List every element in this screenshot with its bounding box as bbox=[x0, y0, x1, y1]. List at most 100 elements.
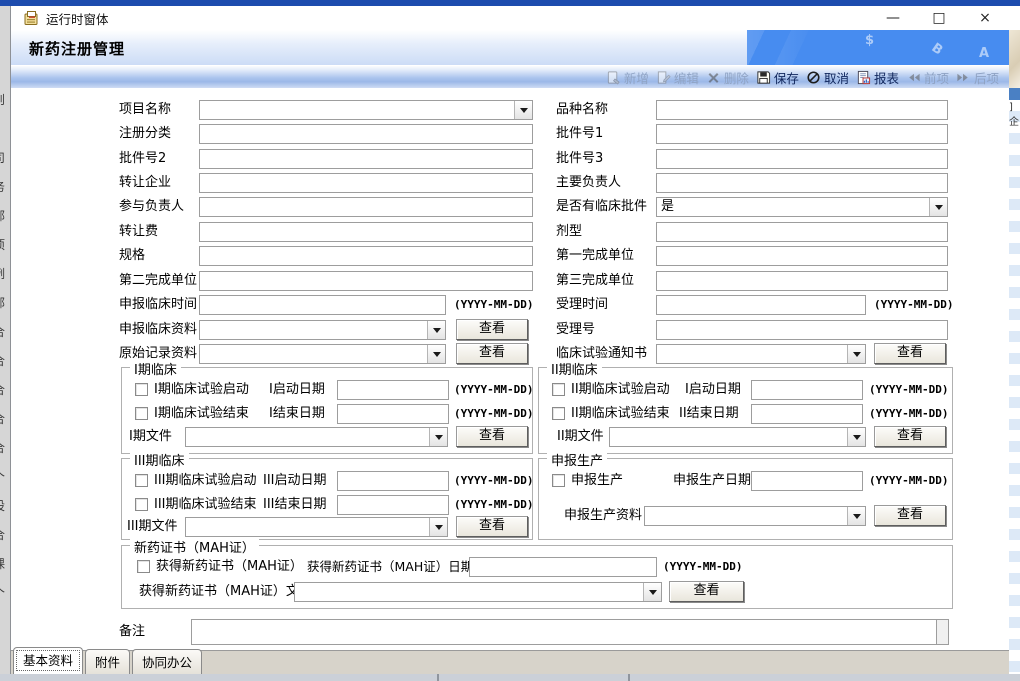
remark-input[interactable] bbox=[191, 619, 949, 645]
phase3-file-view-button[interactable]: 查看 bbox=[456, 516, 528, 537]
remark-label: 备注 bbox=[119, 622, 145, 642]
phase3-start-checkbox[interactable] bbox=[135, 474, 148, 487]
production-materials-view-button[interactable]: 查看 bbox=[874, 505, 946, 526]
third-completion-unit-label: 第三完成单位 bbox=[556, 271, 634, 291]
dropdown-button[interactable] bbox=[427, 345, 445, 363]
dosage-form-input[interactable] bbox=[656, 222, 948, 242]
project-name-combobox[interactable] bbox=[199, 100, 533, 120]
date-format-hint: (YYYY-MM-DD) bbox=[454, 380, 533, 400]
variety-name-input[interactable] bbox=[656, 100, 948, 120]
production-materials-combobox[interactable] bbox=[644, 506, 866, 526]
background-window-bottom-sliver bbox=[0, 674, 1020, 681]
phase2-end-checkbox[interactable] bbox=[552, 407, 565, 420]
phase1-end-date-input[interactable] bbox=[337, 404, 449, 424]
dropdown-button[interactable] bbox=[847, 428, 865, 446]
next-button[interactable]: 后项 bbox=[956, 68, 999, 87]
tab-attachments[interactable]: 附件 bbox=[85, 649, 130, 674]
main-leader-input[interactable] bbox=[656, 173, 948, 193]
dropdown-button[interactable] bbox=[929, 198, 947, 216]
dropdown-button[interactable] bbox=[847, 345, 865, 363]
certificate-checkbox[interactable] bbox=[137, 560, 150, 573]
banner-glyph: A bbox=[979, 46, 989, 61]
second-completion-unit-input[interactable] bbox=[199, 271, 533, 291]
phase1-end-checkbox[interactable] bbox=[135, 407, 148, 420]
certificate-file-combobox[interactable] bbox=[294, 582, 662, 602]
approval-no3-input[interactable] bbox=[656, 149, 948, 169]
clinical-application-materials-view-button[interactable]: 查看 bbox=[456, 319, 528, 340]
minimize-button[interactable]: — bbox=[885, 10, 901, 26]
chevron-down-icon bbox=[935, 205, 943, 214]
clinical-application-materials-combobox[interactable] bbox=[199, 320, 446, 340]
dropdown-button[interactable] bbox=[427, 321, 445, 339]
production-date-label: 申报生产日期 bbox=[673, 471, 751, 491]
remark-scrollbar[interactable] bbox=[936, 620, 948, 644]
add-button[interactable]: 新增 bbox=[606, 68, 649, 87]
previous-button[interactable]: 前项 bbox=[906, 68, 949, 87]
phase1-start-date-input[interactable] bbox=[337, 380, 449, 400]
original-record-materials-view-button[interactable]: 查看 bbox=[456, 343, 528, 364]
dropdown-button[interactable] bbox=[643, 583, 661, 601]
phase2-end-checkbox-label: II期临床试验结束 bbox=[571, 404, 670, 424]
phase1-file-view-button[interactable]: 查看 bbox=[456, 426, 528, 447]
phase2-file-combobox[interactable] bbox=[609, 427, 866, 447]
certificate-date-input[interactable] bbox=[469, 557, 657, 577]
specification-label: 规格 bbox=[119, 246, 145, 266]
clinical-application-date-input[interactable] bbox=[199, 295, 446, 315]
phase3-file-combobox[interactable] bbox=[185, 517, 448, 537]
has-clinical-approval-combobox[interactable]: 是 bbox=[656, 197, 948, 217]
next-icon bbox=[956, 70, 971, 85]
acceptance-number-input[interactable] bbox=[656, 320, 948, 340]
registration-category-input[interactable] bbox=[199, 124, 533, 144]
report-button[interactable]: 报表 bbox=[856, 68, 899, 87]
production-checkbox[interactable] bbox=[552, 474, 565, 487]
add-button-label: 新增 bbox=[624, 68, 649, 87]
clinical-trial-notice-view-button[interactable]: 查看 bbox=[874, 343, 946, 364]
approval-no1-input[interactable] bbox=[656, 124, 948, 144]
production-group-title: 申报生产 bbox=[547, 450, 607, 469]
previous-icon bbox=[906, 70, 921, 85]
close-button[interactable]: × bbox=[977, 10, 993, 26]
report-icon bbox=[856, 70, 871, 85]
transfer-enterprise-input[interactable] bbox=[199, 173, 533, 193]
maximize-button[interactable]: □ bbox=[931, 10, 947, 26]
certificate-file-view-button[interactable]: 查看 bbox=[669, 581, 744, 602]
phase2-start-checkbox[interactable] bbox=[552, 383, 565, 396]
transfer-fee-input[interactable] bbox=[199, 222, 533, 242]
phase1-file-combobox[interactable] bbox=[185, 427, 448, 447]
phase2-file-view-button[interactable]: 查看 bbox=[874, 426, 946, 447]
participating-leader-input[interactable] bbox=[199, 197, 533, 217]
second-completion-unit-label: 第二完成单位 bbox=[119, 271, 197, 291]
first-completion-unit-input[interactable] bbox=[656, 246, 948, 266]
acceptance-date-input[interactable] bbox=[656, 295, 866, 315]
certificate-date-label: 获得新药证书（MAH证）日期 bbox=[307, 557, 473, 577]
cancel-button[interactable]: 取消 bbox=[806, 68, 849, 87]
original-record-materials-combobox[interactable] bbox=[199, 344, 446, 364]
phase3-start-date-input[interactable] bbox=[337, 471, 449, 491]
save-button[interactable]: 保存 bbox=[756, 68, 799, 87]
phase3-end-date-input[interactable] bbox=[337, 495, 449, 515]
delete-button[interactable]: 删除 bbox=[706, 68, 749, 87]
dropdown-button[interactable] bbox=[429, 428, 447, 446]
production-materials-label: 申报生产资料 bbox=[564, 506, 642, 526]
banner-glyph: $ bbox=[865, 33, 874, 48]
delete-button-label: 删除 bbox=[724, 68, 749, 87]
tab-basic-info[interactable]: 基本资料 bbox=[13, 647, 83, 674]
date-format-hint: (YYYY-MM-DD) bbox=[454, 495, 533, 515]
approval-no2-input[interactable] bbox=[199, 149, 533, 169]
chevron-down-icon bbox=[853, 352, 861, 361]
tab-collaboration[interactable]: 协同办公 bbox=[132, 649, 202, 674]
phase3-end-checkbox[interactable] bbox=[135, 498, 148, 511]
dropdown-button[interactable] bbox=[847, 507, 865, 525]
edit-button[interactable]: 编辑 bbox=[656, 68, 699, 87]
third-completion-unit-input[interactable] bbox=[656, 271, 948, 291]
production-date-input[interactable] bbox=[751, 471, 863, 491]
specification-input[interactable] bbox=[199, 246, 533, 266]
title-bar[interactable]: 运行时窗体 — □ × bbox=[11, 6, 1009, 30]
dropdown-button[interactable] bbox=[429, 518, 447, 536]
phase2-end-date-input[interactable] bbox=[751, 404, 863, 424]
phase2-start-date-input[interactable] bbox=[751, 380, 863, 400]
clinical-trial-notice-combobox[interactable] bbox=[656, 344, 866, 364]
dropdown-button[interactable] bbox=[514, 101, 532, 119]
phase3-start-checkbox-label: III期临床试验启动 bbox=[154, 471, 257, 491]
phase1-start-checkbox[interactable] bbox=[135, 383, 148, 396]
